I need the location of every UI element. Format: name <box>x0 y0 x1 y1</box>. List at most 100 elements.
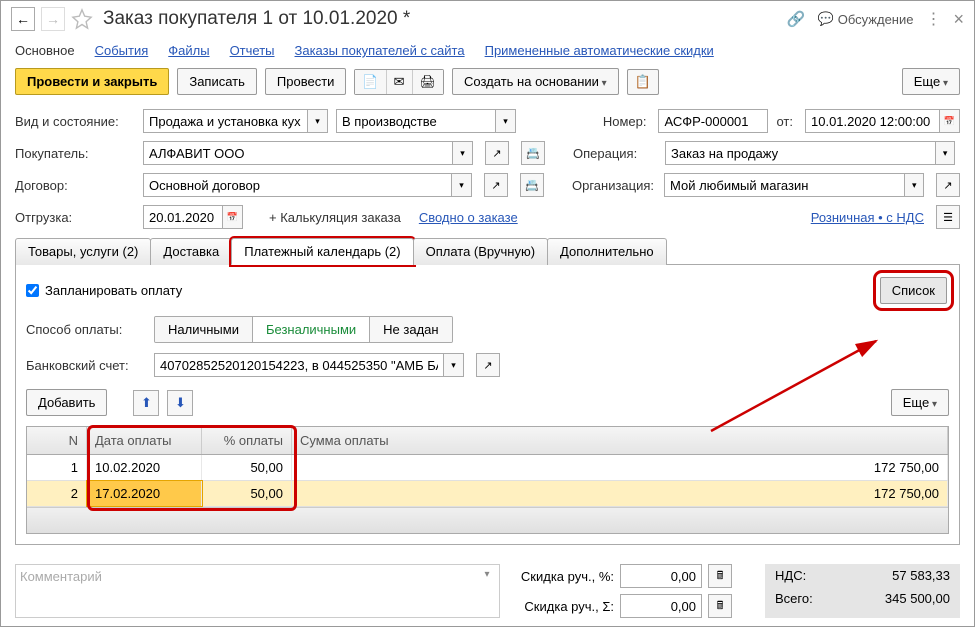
move-up-button[interactable]: ⬆ <box>133 390 159 416</box>
dropdown-icon[interactable]: ▾ <box>479 569 495 580</box>
dropdown-icon[interactable]: ▾ <box>453 141 473 165</box>
bank-account-field[interactable]: ▾ <box>154 353 464 377</box>
contract-label: Договор: <box>15 178 135 193</box>
open-button[interactable]: ↗ <box>936 173 960 197</box>
subtab-payment-calendar[interactable]: Платежный календарь (2) <box>231 238 413 265</box>
main-tab-main[interactable]: Основное <box>15 43 75 58</box>
calculator-icon[interactable]: 🖩 <box>708 564 732 588</box>
main-tab-files[interactable]: Файлы <box>168 43 209 58</box>
number-label: Номер: <box>603 114 647 129</box>
calculation-label: + Калькуляция заказа <box>269 210 401 225</box>
org-field[interactable]: ▾ <box>664 173 924 197</box>
create-based-on-button[interactable]: Создать на основании <box>452 68 619 95</box>
bank-account-input[interactable] <box>154 353 444 377</box>
info-button[interactable]: 📇 <box>520 173 544 197</box>
subtab-additional[interactable]: Дополнительно <box>547 238 667 265</box>
operation-label: Операция: <box>573 146 653 161</box>
org-input[interactable] <box>664 173 905 197</box>
payment-method-label: Способ оплаты: <box>26 322 146 337</box>
list-mode-button[interactable]: Список <box>880 277 947 304</box>
operation-field[interactable]: ▾ <box>665 141 955 165</box>
discount-pct-label: Скидка руч., %: <box>516 569 614 584</box>
cell-date[interactable]: 17.02.2020 <box>87 481 202 506</box>
cell-sum[interactable]: 172 750,00 <box>292 455 948 480</box>
email-icon[interactable]: ✉ <box>387 70 413 94</box>
open-button[interactable]: ↗ <box>484 173 508 197</box>
plan-payment-checkbox[interactable] <box>26 284 39 297</box>
open-button[interactable]: ↗ <box>476 353 500 377</box>
table-more-button[interactable]: Еще <box>891 389 949 416</box>
from-label: от: <box>776 114 793 129</box>
number-input[interactable] <box>658 109 768 133</box>
price-type-link[interactable]: Розничная • с НДС <box>811 210 924 225</box>
main-tab-site-orders[interactable]: Заказы покупателей с сайта <box>295 43 465 58</box>
method-bank[interactable]: Безналичными <box>253 317 370 342</box>
col-sum: Сумма оплаты <box>292 427 948 454</box>
buyer-field[interactable]: ▾ <box>143 141 473 165</box>
method-none[interactable]: Не задан <box>370 317 451 342</box>
print-icon[interactable]: 🖨 <box>413 70 444 94</box>
favorite-star-icon[interactable] <box>71 8 93 30</box>
dropdown-icon[interactable]: ▾ <box>905 173 924 197</box>
discount-pct-input[interactable] <box>620 564 702 588</box>
close-button[interactable]: × <box>953 9 964 30</box>
chat-icon: 💬 <box>818 11 834 27</box>
save-button[interactable]: Записать <box>177 68 257 95</box>
calendar-icon[interactable]: 📅 <box>223 205 243 229</box>
create-document-icon[interactable]: 📄 <box>355 70 386 94</box>
cell-sum[interactable]: 172 750,00 <box>292 481 948 506</box>
dropdown-icon[interactable]: ▾ <box>444 353 464 377</box>
more-button[interactable]: Еще <box>902 68 960 95</box>
price-settings-button[interactable]: ☰ <box>936 205 960 229</box>
summary-link[interactable]: Сводно о заказе <box>419 210 518 225</box>
operation-input[interactable] <box>665 141 936 165</box>
report-icon-button[interactable]: 📋 <box>627 69 659 95</box>
post-button[interactable]: Провести <box>265 68 347 95</box>
cell-pct[interactable]: 50,00 <box>202 455 292 480</box>
nav-forward-button: → <box>41 7 65 31</box>
info-button[interactable]: 📇 <box>521 141 545 165</box>
subtab-delivery[interactable]: Доставка <box>150 238 232 265</box>
cell-pct[interactable]: 50,00 <box>202 481 292 506</box>
main-tab-discounts[interactable]: Примененные автоматические скидки <box>485 43 714 58</box>
buyer-input[interactable] <box>143 141 453 165</box>
table-scrollbar[interactable] <box>27 507 948 533</box>
method-cash[interactable]: Наличными <box>155 317 253 342</box>
date-input[interactable] <box>805 109 940 133</box>
contract-input[interactable] <box>143 173 452 197</box>
nav-back-button[interactable]: ← <box>11 7 35 31</box>
dropdown-icon[interactable]: ▾ <box>452 173 472 197</box>
dropdown-icon[interactable]: ▾ <box>308 109 328 133</box>
status-field[interactable]: ▾ <box>336 109 516 133</box>
cell-date[interactable]: 10.02.2020 <box>87 455 202 480</box>
open-button[interactable]: ↗ <box>485 141 509 165</box>
dropdown-icon[interactable]: ▾ <box>936 141 955 165</box>
dropdown-icon[interactable]: ▾ <box>496 109 516 133</box>
table-row[interactable]: 2 17.02.2020 50,00 172 750,00 <box>27 481 948 507</box>
subtab-payment-manual[interactable]: Оплата (Вручную) <box>413 238 548 265</box>
payment-method-segment: Наличными Безналичными Не задан <box>154 316 453 343</box>
comment-field[interactable]: Комментарий ▾ <box>15 564 500 618</box>
main-tab-events[interactable]: События <box>95 43 149 58</box>
main-tab-reports[interactable]: Отчеты <box>230 43 275 58</box>
more-menu-icon[interactable]: ⋮ <box>925 9 941 29</box>
calculator-icon[interactable]: 🖩 <box>708 594 732 618</box>
calendar-icon[interactable]: 📅 <box>940 109 960 133</box>
discussion-button[interactable]: 💬 Обсуждение <box>818 11 914 27</box>
subtab-goods[interactable]: Товары, услуги (2) <box>15 238 151 265</box>
discussion-label: Обсуждение <box>838 12 914 27</box>
contract-field[interactable]: ▾ <box>143 173 472 197</box>
table-row[interactable]: 1 10.02.2020 50,00 172 750,00 <box>27 455 948 481</box>
link-icon[interactable]: 🔗 <box>787 10 806 28</box>
move-down-button[interactable]: ⬇ <box>167 390 193 416</box>
discount-sum-input[interactable] <box>620 594 702 618</box>
kind-field[interactable]: ▾ <box>143 109 328 133</box>
ship-date-input[interactable] <box>143 205 223 229</box>
ship-date-field[interactable]: 📅 <box>143 205 243 229</box>
status-input[interactable] <box>336 109 496 133</box>
kind-input[interactable] <box>143 109 308 133</box>
summary-panel: НДС: 57 583,33 Всего: 345 500,00 <box>765 564 960 618</box>
date-field[interactable]: 📅 <box>805 109 960 133</box>
post-and-close-button[interactable]: Провести и закрыть <box>15 68 169 95</box>
add-row-button[interactable]: Добавить <box>26 389 107 416</box>
